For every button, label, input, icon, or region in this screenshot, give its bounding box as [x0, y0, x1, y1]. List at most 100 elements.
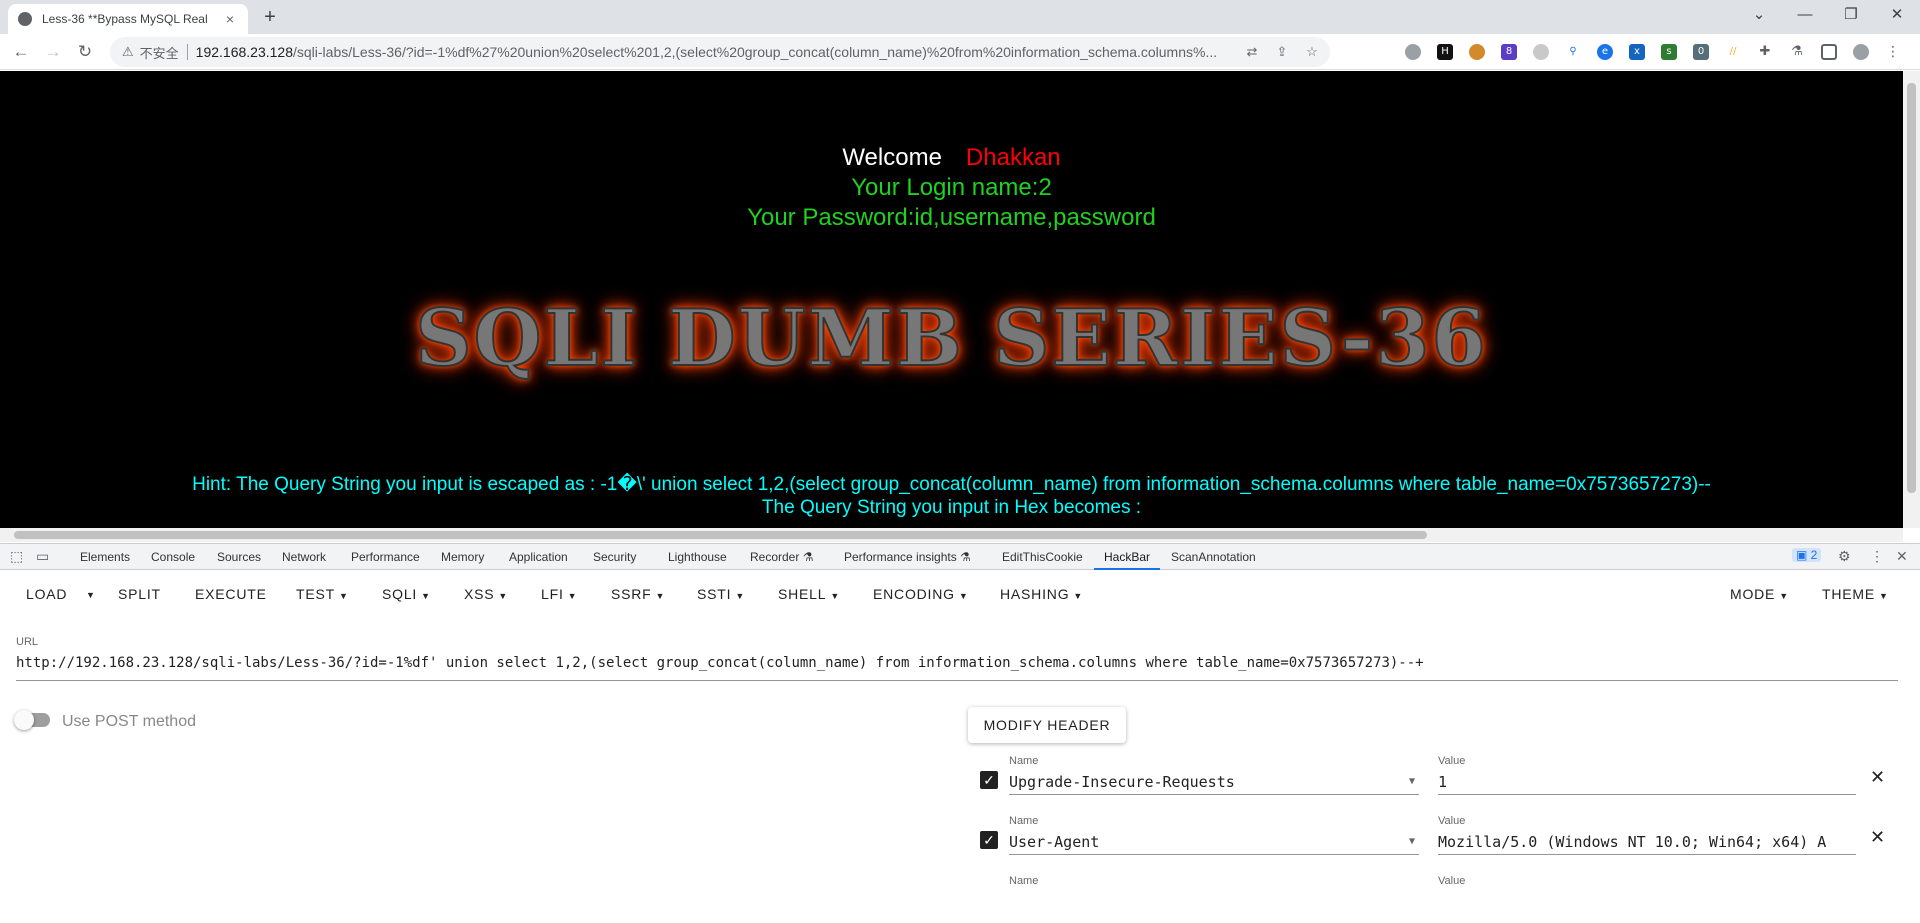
extension-hackbar-icon[interactable]: H [1437, 44, 1453, 60]
tab-application[interactable]: Application [509, 550, 568, 564]
scroll-thumb[interactable] [14, 531, 1427, 539]
tab-lighthouse[interactable]: Lighthouse [668, 550, 727, 564]
extension-badge-icon[interactable]: 8 [1501, 44, 1517, 60]
tab-elements[interactable]: Elements [80, 550, 130, 564]
pin-icon[interactable]: ⚲ [1565, 44, 1581, 60]
url-input[interactable]: http://192.168.23.128/sqli-labs/Less-36/… [16, 655, 1898, 681]
divider [186, 44, 188, 60]
extension-counter-icon[interactable]: 0 [1693, 44, 1709, 60]
more-options-icon[interactable]: ⋮ [1870, 548, 1884, 565]
browser-tab[interactable]: Less-36 **Bypass MySQL Real × [8, 4, 248, 34]
tab-close-icon[interactable]: × [222, 11, 238, 27]
share-icon[interactable]: ⇪ [1270, 44, 1294, 60]
tab-memory[interactable]: Memory [441, 550, 484, 564]
hint-text: Hint: The Query String you input is esca… [192, 474, 1711, 495]
encoding-menu[interactable]: ENCODING ▼ [873, 586, 969, 602]
settings-gear-icon[interactable]: ⚙ [1838, 548, 1851, 565]
side-panel-icon[interactable] [1821, 44, 1837, 60]
split-button[interactable]: SPLIT [118, 586, 161, 602]
vertical-scrollbar[interactable] [1903, 71, 1920, 528]
extension-s-icon[interactable]: s [1661, 44, 1677, 60]
ssti-menu[interactable]: SSTI ▼ [697, 586, 745, 602]
dropdown-arrow-icon[interactable]: ▼ [1409, 829, 1415, 854]
remove-header-icon[interactable]: ✕ [1870, 827, 1885, 848]
theme-menu[interactable]: THEME ▼ [1822, 586, 1889, 602]
issues-badge[interactable]: ▣ 2 [1792, 548, 1822, 562]
lfi-menu[interactable]: LFI ▼ [541, 586, 577, 602]
cookie-icon[interactable] [1469, 44, 1485, 60]
header-value-label: Value [1438, 875, 1466, 887]
bookmark-star-icon[interactable]: ☆ [1300, 44, 1324, 60]
test-menu[interactable]: TEST ▼ [296, 586, 349, 602]
header-row: ✓ Name Upgrade-Insecure-Requests ▼ Value … [968, 755, 1908, 803]
warning-icon[interactable]: ⚠ [122, 44, 134, 60]
extension-e-icon[interactable]: e [1597, 44, 1613, 60]
load-dropdown-caret[interactable]: ▼ [86, 590, 96, 600]
header-enabled-checkbox[interactable]: ✓ [980, 771, 998, 789]
address-bar[interactable]: ⚠ 不安全 192.168.23.128/sqli-labs/Less-36/?… [110, 37, 1330, 67]
tab-security[interactable]: Security [593, 550, 636, 564]
minimize-button[interactable]: — [1782, 0, 1828, 30]
password-text: Your Password:id,username,password [747, 204, 1156, 231]
extension-x-icon[interactable]: x [1629, 44, 1645, 60]
tab-recorder[interactable]: Recorder ⚗ [750, 550, 813, 564]
back-icon[interactable]: ← [8, 39, 34, 65]
mode-menu[interactable]: MODE ▼ [1730, 586, 1789, 602]
hashing-menu[interactable]: HASHING ▼ [1000, 586, 1083, 602]
reload-icon[interactable]: ↻ [72, 39, 98, 65]
header-name-select[interactable]: Upgrade-Insecure-Requests ▼ [1009, 769, 1419, 795]
ssrf-menu[interactable]: SSRF ▼ [611, 586, 665, 602]
menu-icon[interactable]: ⋮ [1885, 44, 1901, 60]
header-name-value: Upgrade-Insecure-Requests [1009, 773, 1235, 791]
restore-button[interactable]: ❐ [1828, 0, 1874, 30]
extension-bubbles-icon[interactable] [1533, 44, 1549, 60]
shell-menu[interactable]: SHELL ▼ [778, 586, 840, 602]
device-toolbar-icon[interactable]: ▭ [36, 548, 49, 565]
mode-label: MODE [1730, 586, 1776, 602]
tab-performance[interactable]: Performance [351, 550, 420, 564]
header-value-input[interactable]: Mozilla/5.0 (Windows NT 10.0; Win64; x64… [1438, 829, 1856, 855]
toggle-knob[interactable] [14, 710, 34, 730]
close-devtools-icon[interactable]: ✕ [1896, 548, 1908, 565]
header-value-input[interactable]: 1 [1438, 769, 1856, 795]
execute-button[interactable]: EXECUTE [195, 586, 267, 602]
tab-scanannotation[interactable]: ScanAnnotation [1171, 550, 1256, 564]
browser-tab-bar: Less-36 **Bypass MySQL Real × + ⌄ — ❐ ✕ [0, 0, 1920, 34]
insecure-label[interactable]: 不安全 [140, 43, 179, 62]
flask-icon[interactable]: ⚗ [1789, 44, 1805, 60]
tab-performance-insights[interactable]: Performance insights ⚗ [844, 550, 971, 564]
header-enabled-checkbox[interactable]: ✓ [980, 831, 998, 849]
translate-icon[interactable]: ⇄ [1240, 44, 1264, 60]
tab-sources[interactable]: Sources [217, 550, 261, 564]
puzzle-icon[interactable]: ✚ [1757, 44, 1773, 60]
xss-menu[interactable]: XSS ▼ [464, 586, 508, 602]
tab-editthiscookie[interactable]: EditThisCookie [1002, 550, 1083, 564]
dropdown-arrow-icon[interactable]: ▼ [1409, 769, 1415, 794]
issues-count: 2 [1810, 548, 1818, 562]
header-value-label: Value [1438, 755, 1466, 767]
new-tab-button[interactable]: + [258, 6, 282, 30]
load-button[interactable]: LOAD [26, 586, 67, 602]
forward-icon[interactable]: → [40, 39, 66, 65]
remove-header-icon[interactable]: ✕ [1870, 767, 1885, 788]
extension-circle-icon[interactable] [1405, 44, 1421, 60]
extension-stripes-icon[interactable]: // [1725, 44, 1741, 60]
test-label: TEST [296, 586, 335, 602]
header-name-select[interactable]: User-Agent ▼ [1009, 829, 1419, 855]
tab-search-icon[interactable]: ⌄ [1736, 0, 1782, 30]
horizontal-scrollbar[interactable] [0, 528, 1903, 542]
tab-hackbar[interactable]: HackBar [1104, 550, 1150, 564]
profile-avatar[interactable] [1853, 44, 1869, 60]
post-method-toggle[interactable] [14, 710, 50, 730]
header-row: Name Value [968, 875, 1908, 923]
header-name-label: Name [1009, 875, 1039, 887]
tab-console[interactable]: Console [151, 550, 195, 564]
sqli-menu[interactable]: SQLI ▼ [382, 586, 431, 602]
scroll-thumb[interactable] [1907, 83, 1916, 493]
close-window-button[interactable]: ✕ [1874, 0, 1920, 30]
xss-label: XSS [464, 586, 495, 602]
tab-network[interactable]: Network [282, 550, 326, 564]
url-text[interactable]: 192.168.23.128/sqli-labs/Less-36/?id=-1%… [196, 44, 1240, 60]
inspect-icon[interactable]: ⬚ [10, 548, 23, 565]
modify-header-button[interactable]: MODIFY HEADER [968, 707, 1126, 743]
